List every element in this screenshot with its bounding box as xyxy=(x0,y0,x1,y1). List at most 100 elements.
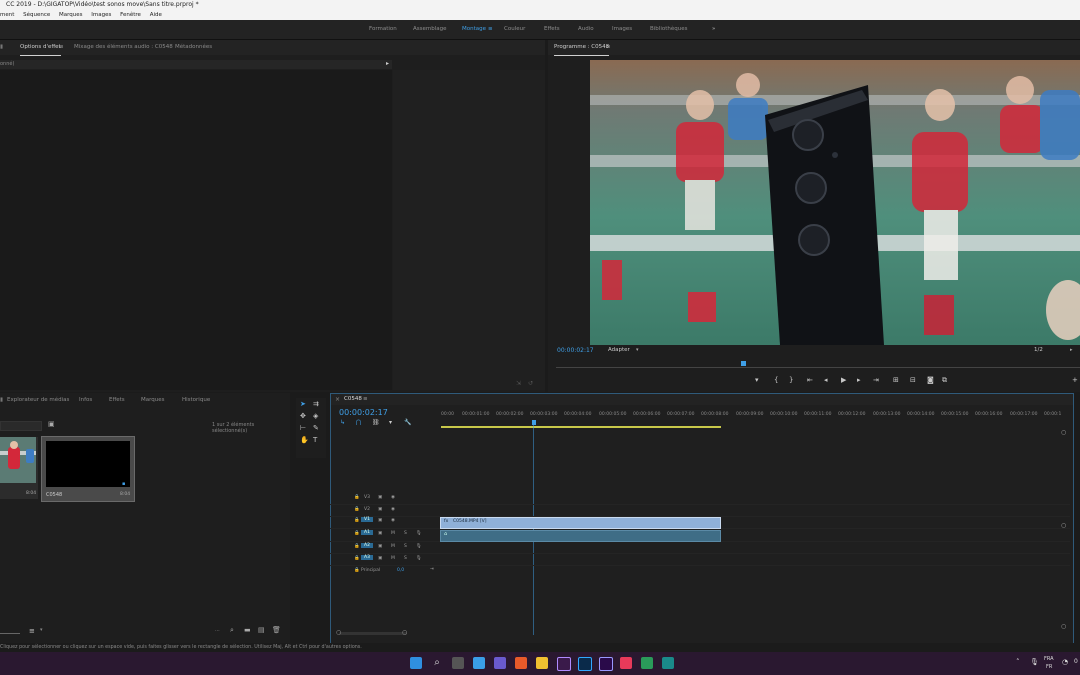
h-scroll-right-handle[interactable]: ○ xyxy=(402,629,407,636)
vertical-scroll-top-handle[interactable]: ○ xyxy=(1061,429,1066,436)
workspace-menu-icon[interactable]: ≡ xyxy=(488,20,493,39)
file-explorer-icon[interactable] xyxy=(536,657,548,669)
menu-item-graphics[interactable]: Images xyxy=(91,12,111,18)
lock-icon[interactable]: 🔒 xyxy=(354,495,360,500)
tab-audio-mixer[interactable]: Mixage des éléments audio : C0548 xyxy=(74,40,173,55)
mute-button[interactable]: M xyxy=(391,544,395,549)
microphone-tray-icon[interactable]: 🎙 xyxy=(1030,658,1039,666)
nest-icon[interactable]: ↳ xyxy=(340,419,345,426)
go-to-out-icon[interactable]: ⇥ xyxy=(873,376,879,384)
program-menu-icon[interactable]: ≡ xyxy=(606,40,611,55)
timeline-timecode[interactable]: 00:00:02:17 xyxy=(339,408,388,417)
eye-icon[interactable]: ◉ xyxy=(391,495,395,500)
project-item-c0548[interactable]: ▪ C0548 8:04 xyxy=(41,436,135,502)
mail-icon[interactable] xyxy=(620,657,632,669)
clock[interactable]: 0 xyxy=(1074,658,1078,665)
tab-effects[interactable]: Effets xyxy=(109,393,125,408)
sort-chevron-icon[interactable]: ▾ xyxy=(40,627,43,633)
solo-button[interactable]: S xyxy=(404,544,407,549)
linked-selection-icon[interactable]: ⛓ xyxy=(372,419,380,426)
vertical-scroll-bottom-handle[interactable]: ○ xyxy=(1061,623,1066,630)
sort-icon[interactable]: ≡ xyxy=(29,627,35,635)
settings-wrench-icon[interactable]: ▸ xyxy=(1070,347,1073,353)
start-icon[interactable] xyxy=(410,657,422,669)
overwrite-icon[interactable]: ⊟ xyxy=(910,376,916,384)
photoshop-icon[interactable] xyxy=(578,657,592,671)
sync-lock-icon[interactable]: ▣ xyxy=(378,531,382,536)
track-label[interactable]: A1 xyxy=(361,530,373,535)
sequence-menu-icon[interactable]: ≡ xyxy=(363,396,368,402)
lock-icon[interactable]: 🔒 xyxy=(354,556,360,561)
menu-item-edit[interactable]: ment xyxy=(0,12,14,18)
solo-button[interactable]: S xyxy=(404,531,407,536)
track-label[interactable]: A2 xyxy=(361,543,373,548)
microphone-icon[interactable]: 🎙 xyxy=(416,544,422,549)
workspace-more-icon[interactable]: » xyxy=(712,20,715,39)
audio-clip[interactable]: ⌂ xyxy=(440,530,721,542)
lock-icon[interactable]: 🔒 xyxy=(354,518,360,523)
program-scrubber-track[interactable] xyxy=(556,367,1080,368)
widgets-icon[interactable] xyxy=(473,657,485,669)
solo-button[interactable]: S xyxy=(404,556,407,561)
mute-button[interactable]: M xyxy=(391,556,395,561)
fit-dropdown-chevron-icon[interactable]: ▾ xyxy=(636,347,639,353)
insert-icon[interactable]: ⊞ xyxy=(893,376,899,384)
resolution-dropdown[interactable]: 1/2 xyxy=(1034,347,1043,353)
lock-icon[interactable]: 🔒 xyxy=(354,507,360,512)
lock-icon[interactable]: 🔒 xyxy=(354,544,360,549)
language-top[interactable]: FRA xyxy=(1044,656,1054,662)
program-video-frame[interactable] xyxy=(590,60,1080,345)
horizontal-scrollbar[interactable] xyxy=(339,632,407,635)
hand-tool-icon[interactable]: ✋ xyxy=(300,436,309,444)
sync-lock-icon[interactable]: ▣ xyxy=(378,507,382,512)
workspace-couleur[interactable]: Couleur xyxy=(504,20,525,39)
add-marker-icon[interactable]: ▾ xyxy=(755,376,759,384)
close-sequence-icon[interactable]: × xyxy=(335,396,340,403)
tray-chevron-icon[interactable]: ˄ xyxy=(1016,658,1020,666)
tab-markers[interactable]: Marques xyxy=(141,393,165,408)
program-monitor-title[interactable]: Programme : C0548 xyxy=(554,40,610,56)
project-search-input[interactable] xyxy=(0,421,42,431)
find-icon[interactable]: ⌕ xyxy=(230,626,234,635)
search-icon[interactable]: ⌕ xyxy=(431,657,443,669)
new-bin-bottom-icon[interactable]: ▬ xyxy=(244,626,251,634)
tab-menu-icon[interactable]: ≡ xyxy=(59,40,64,55)
network-icon[interactable]: ◔ xyxy=(1062,658,1068,666)
work-area-bar[interactable] xyxy=(441,426,721,428)
microphone-icon[interactable]: 🎙 xyxy=(416,531,422,536)
menu-item-window[interactable]: Fenêtre xyxy=(120,12,141,18)
track-label[interactable]: A3 xyxy=(361,555,373,560)
project-item-thumbnail[interactable]: 8:04 xyxy=(0,437,38,499)
app-icon[interactable] xyxy=(641,657,653,669)
program-timecode[interactable]: 00:00:02:17 xyxy=(557,347,594,354)
slip-tool-icon[interactable]: ⊢ xyxy=(300,424,306,432)
workspace-effets[interactable]: Effets xyxy=(544,20,560,39)
menu-item-help[interactable]: Aide xyxy=(150,12,162,18)
app-icon-2[interactable] xyxy=(662,657,674,669)
razor-tool-icon[interactable]: ◈ xyxy=(313,412,318,420)
ripple-edit-tool-icon[interactable]: ✥ xyxy=(300,412,306,420)
task-view-icon[interactable] xyxy=(452,657,464,669)
tab-effect-options[interactable]: Options d'effet xyxy=(20,40,61,56)
step-forward-icon[interactable]: ▸ xyxy=(857,376,861,384)
play-icon[interactable]: ▶ xyxy=(841,376,846,384)
sync-lock-icon[interactable]: ▣ xyxy=(378,556,382,561)
track-label[interactable]: V1 xyxy=(361,517,373,522)
lock-icon[interactable]: 🔒 xyxy=(354,568,360,573)
workspace-audio[interactable]: Audio xyxy=(578,20,594,39)
program-playhead[interactable] xyxy=(741,361,746,366)
export-frame-camera-icon[interactable]: ◙ xyxy=(927,376,934,384)
language-bottom[interactable]: FR xyxy=(1046,664,1052,670)
master-volume[interactable]: 0,0 xyxy=(397,568,404,573)
eye-icon[interactable]: ◉ xyxy=(391,507,395,512)
tab-metadata[interactable]: Métadonnées xyxy=(175,40,212,55)
track-select-tool-icon[interactable]: ⇉ xyxy=(313,400,319,408)
workspace-formation[interactable]: Formation xyxy=(369,20,397,39)
mark-out-icon[interactable]: } xyxy=(789,376,793,384)
video-clip[interactable]: fx C0548.MP4 [V] xyxy=(440,517,721,529)
eye-icon[interactable]: ◉ xyxy=(391,518,395,523)
workspace-bibliotheques[interactable]: Bibliothèques xyxy=(650,20,687,39)
tab-history[interactable]: Historique xyxy=(182,393,210,408)
workspace-images[interactable]: Images xyxy=(612,20,632,39)
expand-right-icon[interactable]: ▸ xyxy=(386,60,389,67)
